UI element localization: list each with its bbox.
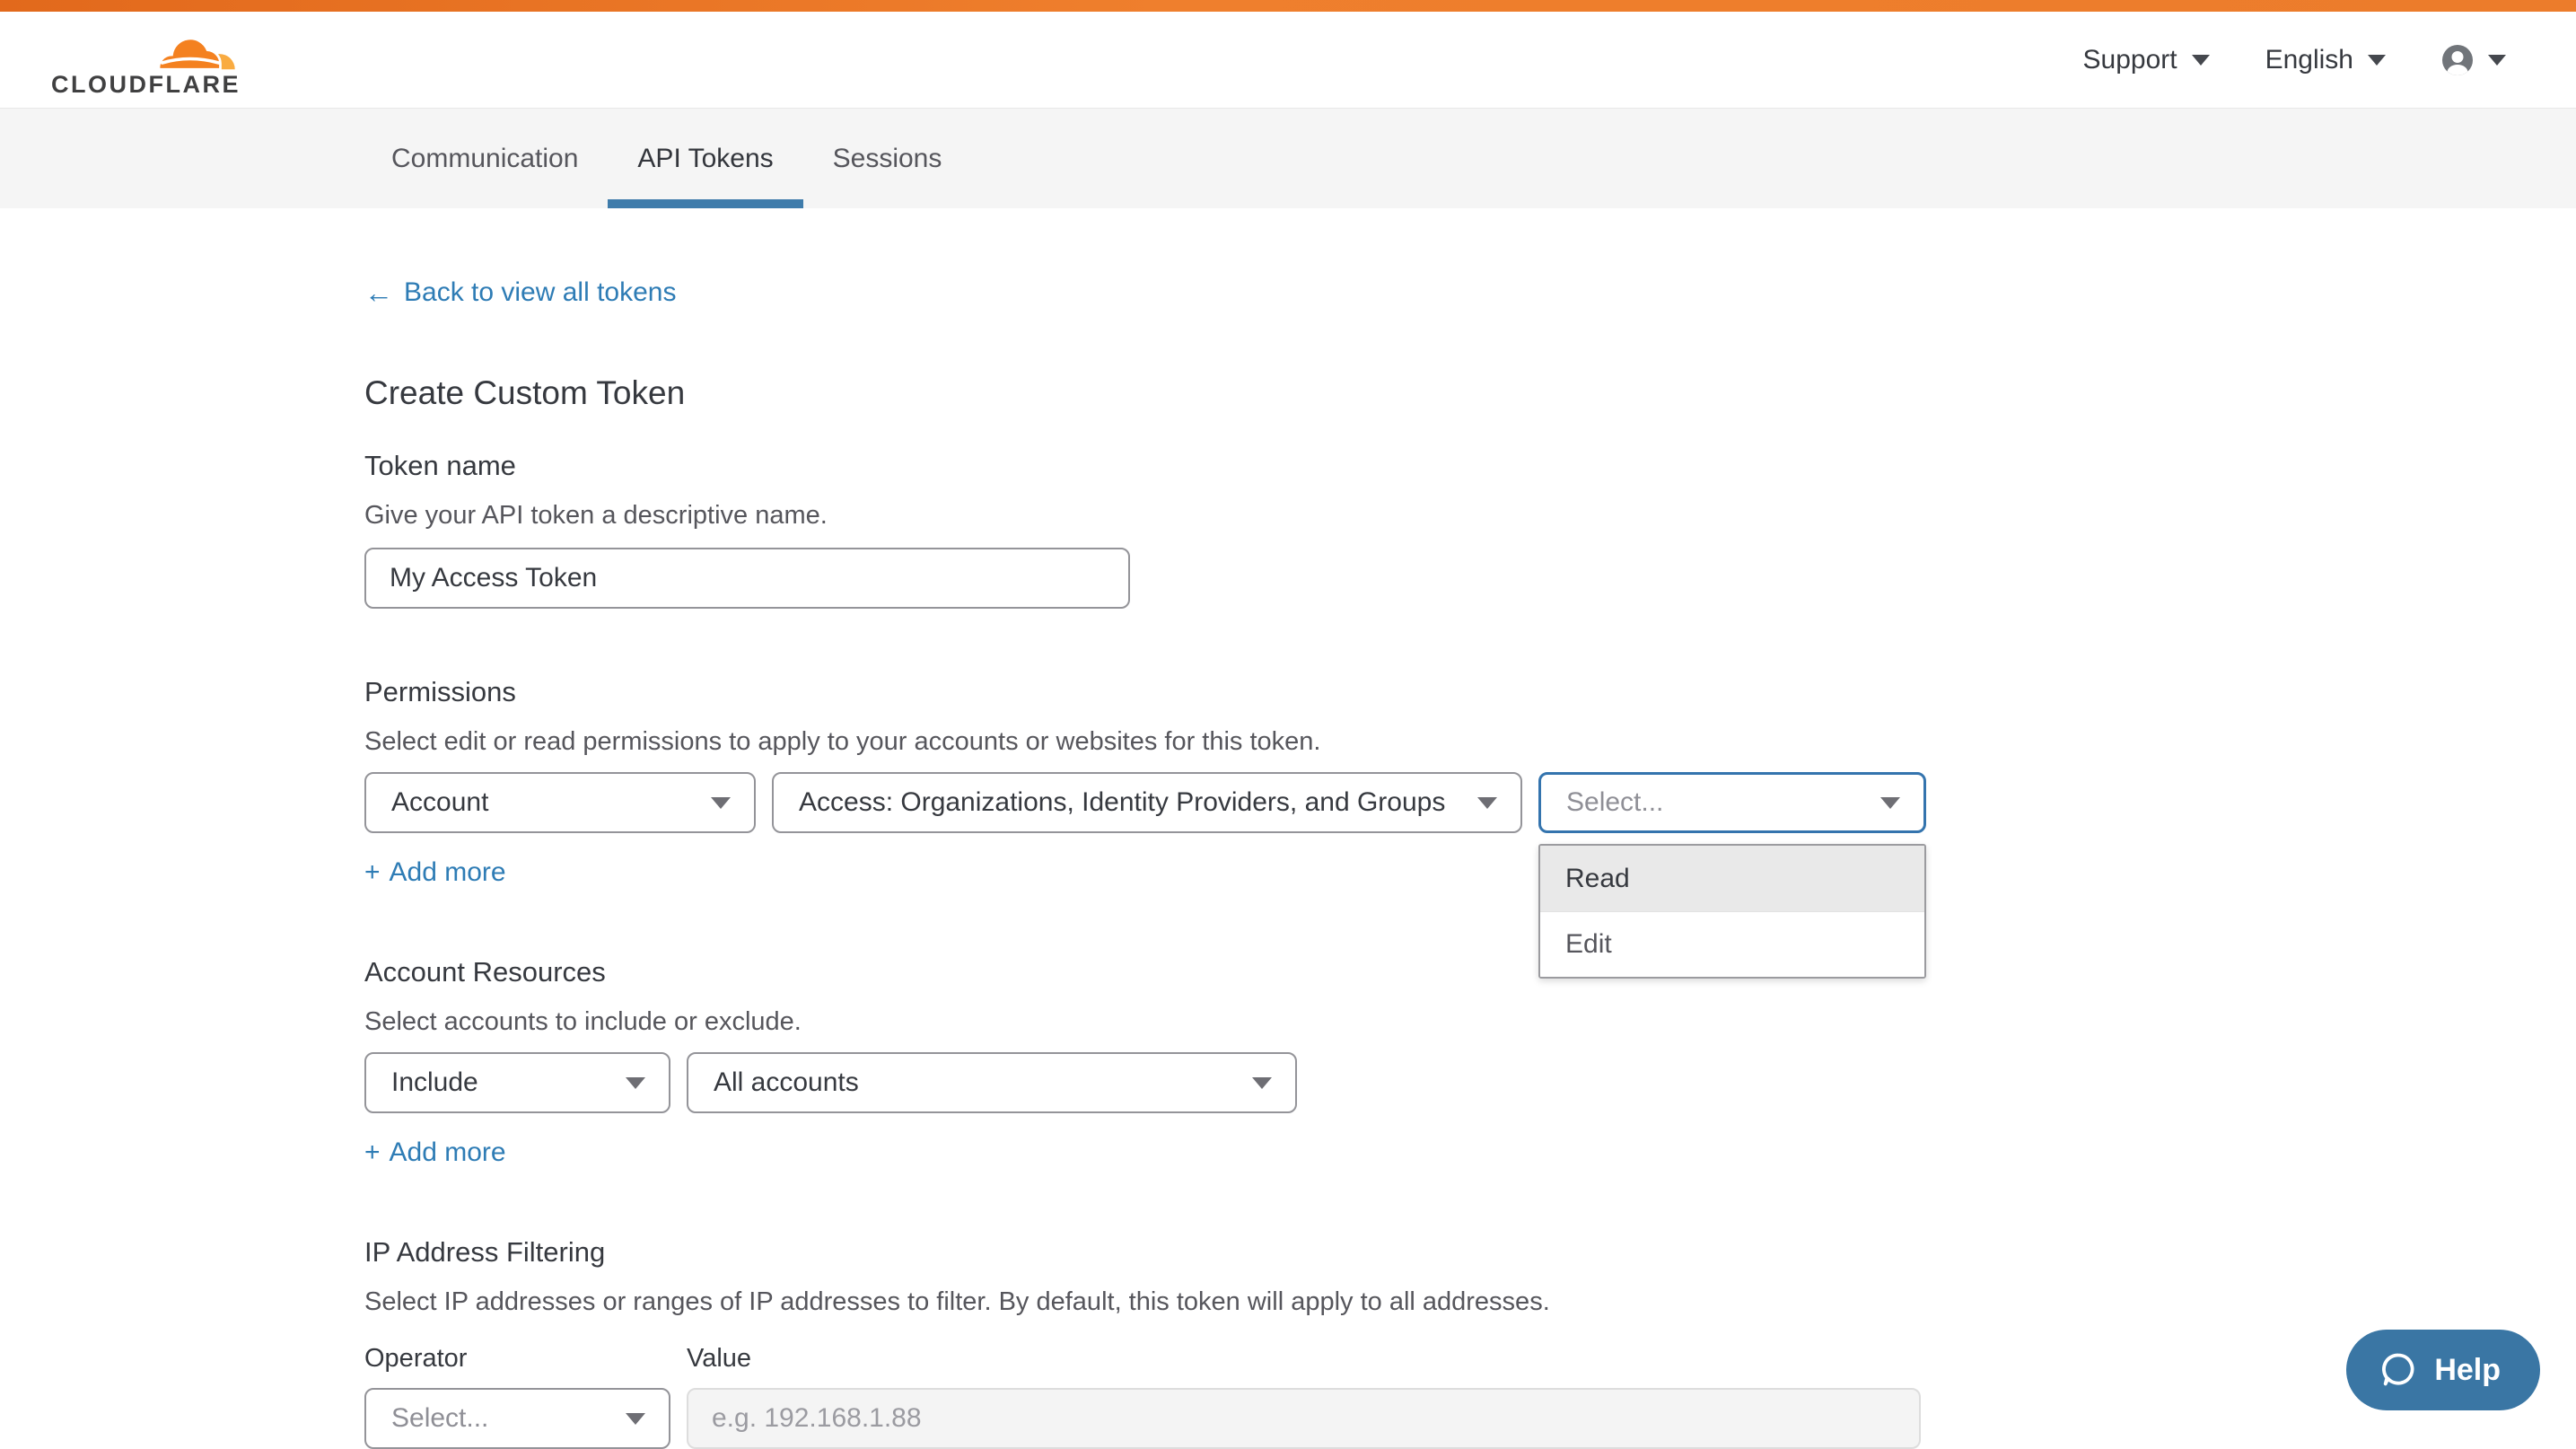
tab-sessions[interactable]: Sessions [803, 109, 972, 208]
operator-label: Operator [364, 1343, 670, 1374]
language-menu[interactable]: English [2265, 45, 2386, 75]
menu-item-read[interactable]: Read [1540, 846, 1924, 911]
permissions-description: Select edit or read permissions to apply… [364, 725, 2576, 758]
ip-filter-labels: Operator Value [364, 1343, 2576, 1374]
help-button[interactable]: Help [2346, 1330, 2540, 1410]
plus-icon: + [364, 856, 381, 889]
add-more-label: Add more [390, 856, 506, 889]
chevron-down-icon [626, 1413, 645, 1425]
chevron-down-icon [2192, 55, 2210, 66]
chevron-down-icon [2488, 55, 2506, 66]
permissions-row: Account Access: Organizations, Identity … [364, 772, 2576, 833]
permission-resource-select[interactable]: Access: Organizations, Identity Provider… [772, 772, 1522, 833]
permissions-section: Permissions Select edit or read permissi… [364, 675, 2576, 889]
cloudflare-logo[interactable]: CLOUDFLARE [51, 22, 241, 97]
token-name-heading: Token name [364, 449, 2576, 483]
token-name-input[interactable] [364, 548, 1130, 609]
brand-accent-bar [0, 0, 2576, 12]
ip-operator-placeholder: Select... [391, 1403, 488, 1434]
resource-mode-select[interactable]: Include [364, 1052, 670, 1113]
add-account-resource-button[interactable]: + Add more [364, 1137, 506, 1169]
support-menu[interactable]: Support [2083, 45, 2210, 75]
add-more-label: Add more [390, 1137, 506, 1169]
header-nav: Support English [2083, 44, 2506, 76]
profile-tabs: Communication API Tokens Sessions [0, 108, 2576, 208]
tab-communication[interactable]: Communication [362, 109, 608, 208]
ip-filtering-section: IP Address Filtering Select IP addresses… [364, 1235, 2576, 1449]
page-title: Create Custom Token [364, 373, 2576, 413]
token-name-description: Give your API token a descriptive name. [364, 499, 2576, 531]
tab-api-tokens[interactable]: API Tokens [608, 109, 802, 208]
chevron-down-icon [1477, 797, 1497, 809]
permission-level-select[interactable]: Select... [1538, 772, 1926, 833]
chevron-down-icon [626, 1077, 645, 1089]
language-label: English [2265, 45, 2353, 75]
permission-level-placeholder: Select... [1566, 787, 1663, 818]
plus-icon: + [364, 1137, 381, 1169]
permission-scope-value: Account [391, 787, 488, 818]
permissions-heading: Permissions [364, 675, 2576, 709]
back-link-label: Back to view all tokens [404, 277, 676, 309]
left-arrow-icon: ← [364, 277, 393, 309]
user-avatar-icon [2441, 44, 2474, 76]
support-label: Support [2083, 45, 2177, 75]
resource-mode-value: Include [391, 1067, 478, 1098]
permission-level-wrap: Select... Read Edit [1538, 772, 1926, 833]
add-permission-button[interactable]: + Add more [364, 856, 506, 889]
account-resources-heading: Account Resources [364, 955, 2576, 989]
ip-filtering-heading: IP Address Filtering [364, 1235, 2576, 1269]
help-label: Help [2434, 1353, 2501, 1388]
main-content: ← Back to view all tokens Create Custom … [0, 208, 2576, 1449]
chevron-down-icon [711, 797, 731, 809]
permission-resource-value: Access: Organizations, Identity Provider… [799, 787, 1445, 818]
back-to-tokens-link[interactable]: ← Back to view all tokens [364, 277, 676, 309]
resource-accounts-select[interactable]: All accounts [687, 1052, 1297, 1113]
chevron-down-icon [2368, 55, 2386, 66]
ip-operator-select[interactable]: Select... [364, 1388, 670, 1449]
ip-value-input[interactable] [687, 1388, 1921, 1449]
account-menu[interactable] [2441, 44, 2506, 76]
app-header: CLOUDFLARE Support English [0, 12, 2576, 108]
tab-label: API Tokens [637, 144, 773, 174]
menu-item-edit[interactable]: Edit [1540, 911, 1924, 977]
cloudflare-cloud-icon [145, 22, 239, 71]
ip-filter-row: Select... [364, 1388, 2576, 1449]
permission-level-menu: Read Edit [1538, 844, 1926, 979]
chevron-down-icon [1252, 1077, 1272, 1089]
account-resources-description: Select accounts to include or exclude. [364, 1006, 2576, 1038]
account-resources-section: Account Resources Select accounts to inc… [364, 955, 2576, 1169]
tab-label: Sessions [833, 144, 942, 174]
resource-accounts-value: All accounts [714, 1067, 859, 1098]
account-resources-row: Include All accounts [364, 1052, 2576, 1113]
ip-filtering-description: Select IP addresses or ranges of IP addr… [364, 1286, 2576, 1318]
permission-scope-select[interactable]: Account [364, 772, 756, 833]
chevron-down-icon [1880, 797, 1900, 809]
brand-name: CLOUDFLARE [51, 73, 241, 97]
token-name-section: Token name Give your API token a descrip… [364, 449, 2576, 609]
chat-bubble-icon [2379, 1350, 2418, 1390]
value-label: Value [687, 1343, 751, 1374]
tab-label: Communication [391, 144, 578, 174]
